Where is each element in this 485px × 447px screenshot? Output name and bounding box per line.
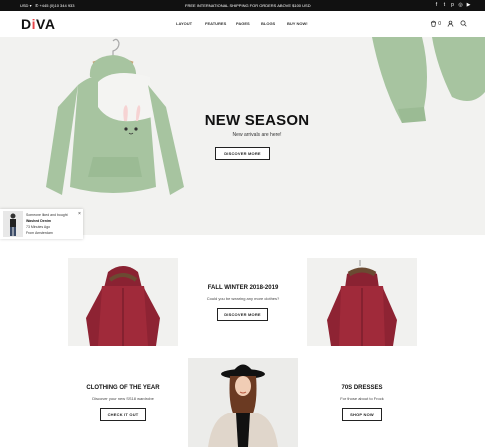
cart-count: 0 bbox=[438, 20, 441, 27]
collection-title-dresses: 70S DRESSES bbox=[341, 385, 383, 391]
product-thumbnail bbox=[3, 211, 23, 237]
collection-title-fall: FALL WINTER 2018-2019 bbox=[207, 285, 279, 291]
site-header: DiVA LAYOUT FEATURES PAGES BLOGS BUY NOW… bbox=[0, 11, 485, 38]
notification-time: 73 Minutes Ago bbox=[26, 225, 51, 229]
hero-banner: NEW SEASON New arrivals are here! DISCOV… bbox=[0, 37, 485, 235]
collection-subtitle-fall: Could you be wearing any more clothes? bbox=[206, 296, 280, 301]
pinterest-icon[interactable]: p bbox=[450, 2, 455, 8]
collection-subtitle-clothing: Discover your new SS18 wardrobe bbox=[92, 396, 154, 401]
fall-discover-button[interactable]: DISCOVER MORE bbox=[217, 308, 268, 321]
dresses-shop-button[interactable]: SHOP NOW bbox=[342, 408, 382, 421]
youtube-icon[interactable]: ▶ bbox=[466, 2, 471, 8]
hoodie-image bbox=[46, 38, 184, 195]
notification-product[interactable]: Washed Denim bbox=[26, 219, 51, 223]
user-icon[interactable] bbox=[447, 20, 454, 27]
nav-layout[interactable]: LAYOUT bbox=[176, 21, 192, 26]
clothing-check-button[interactable]: CHECK IT OUT bbox=[100, 408, 146, 421]
notification-location: From Amsterdam bbox=[26, 231, 53, 235]
top-bar: USD ▾ ✆ +445 (0)10 344 933 FREE INTERNAT… bbox=[0, 0, 485, 11]
facebook-icon[interactable]: f bbox=[434, 2, 439, 8]
notification-text: Someone liked and bought bbox=[26, 213, 68, 217]
jacket-image-left[interactable] bbox=[68, 258, 178, 346]
nav-blogs[interactable]: BLOGS bbox=[261, 21, 275, 26]
sales-notification[interactable]: Someone liked and bought Washed Denim 73… bbox=[0, 209, 83, 239]
social-links: f t p ◎ ▶ bbox=[434, 2, 471, 8]
nav-features[interactable]: FEATURES bbox=[205, 21, 226, 26]
hero-title: NEW SEASON bbox=[204, 112, 310, 129]
hoodie-sleeve-image bbox=[372, 37, 485, 123]
collection-title-clothing: CLOTHING OF THE YEAR bbox=[86, 385, 160, 391]
hero-subtitle: New arrivals are here! bbox=[232, 132, 282, 138]
twitter-icon[interactable]: t bbox=[442, 2, 447, 8]
hero-discover-button[interactable]: DISCOVER MORE bbox=[215, 147, 270, 160]
search-icon[interactable] bbox=[460, 20, 467, 27]
phone-number: ✆ +445 (0)10 344 933 bbox=[35, 3, 75, 8]
collection-subtitle-dresses: For those about to Frock bbox=[340, 396, 384, 401]
cart-icon[interactable]: 0 bbox=[430, 20, 441, 27]
close-icon[interactable]: × bbox=[78, 211, 81, 217]
nav-pages[interactable]: PAGES bbox=[236, 21, 250, 26]
shipping-notice: FREE INTERNATIONAL SHIPPING FOR ORDERS A… bbox=[185, 3, 311, 8]
site-logo[interactable]: DiVA bbox=[21, 16, 55, 32]
instagram-icon[interactable]: ◎ bbox=[458, 2, 463, 8]
woman-hat-image[interactable] bbox=[188, 358, 298, 447]
currency-selector[interactable]: USD ▾ bbox=[20, 3, 32, 8]
jacket-image-right[interactable] bbox=[307, 258, 417, 346]
nav-buy-now[interactable]: BUY NOW! bbox=[287, 21, 308, 26]
